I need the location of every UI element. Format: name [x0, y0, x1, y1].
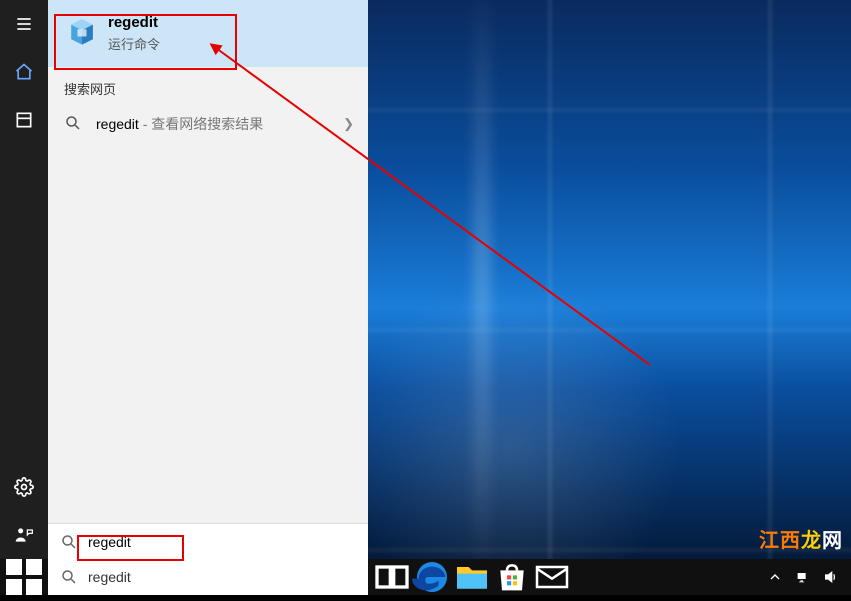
search-icon: [60, 568, 78, 586]
search-panel: regedit 运行命令 搜索网页 regedit - 查看网络搜索结果 ❯: [48, 0, 368, 559]
best-match-result[interactable]: regedit 运行命令: [48, 0, 368, 67]
apps-icon[interactable]: [0, 96, 48, 144]
edge-button[interactable]: [412, 559, 452, 595]
menu-icon[interactable]: [0, 0, 48, 48]
settings-icon[interactable]: [0, 463, 48, 511]
best-match-subtitle: 运行命令: [108, 34, 348, 53]
taskbar: regedit: [0, 559, 851, 595]
task-view-button[interactable]: [372, 559, 412, 595]
chevron-right-icon: ❯: [343, 116, 354, 132]
search-icon: [60, 533, 78, 551]
feedback-icon[interactable]: [0, 511, 48, 559]
web-search-result[interactable]: regedit - 查看网络搜索结果 ❯: [48, 104, 368, 144]
search-input[interactable]: [88, 534, 288, 550]
web-section-header: 搜索网页: [48, 67, 368, 104]
tray-volume-icon[interactable]: [817, 569, 845, 585]
best-match-title: regedit: [108, 14, 348, 31]
explorer-button[interactable]: [452, 559, 492, 595]
regedit-icon: [64, 14, 100, 50]
search-icon: [64, 114, 82, 132]
home-icon[interactable]: [0, 48, 48, 96]
store-button[interactable]: [492, 559, 532, 595]
mail-button[interactable]: [532, 559, 572, 595]
web-result-query: regedit: [96, 116, 139, 132]
search-rail: [0, 0, 48, 559]
web-result-hint: - 查看网络搜索结果: [139, 116, 263, 132]
start-button[interactable]: [0, 559, 48, 595]
tray-up-icon[interactable]: [761, 569, 789, 585]
taskbar-search-text: regedit: [88, 569, 131, 585]
watermark: 江西龙网: [759, 524, 843, 553]
tray-network-icon[interactable]: [789, 569, 817, 585]
search-input-row[interactable]: [48, 523, 368, 559]
taskbar-search[interactable]: regedit: [48, 559, 368, 595]
